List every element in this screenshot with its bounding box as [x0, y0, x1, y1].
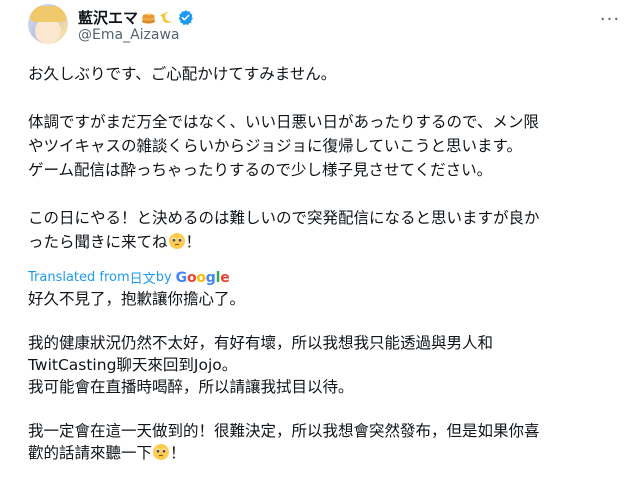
translated-line: 好久不見了，抱歉讓你擔心了。 [28, 290, 246, 308]
tweet-paragraph: お久しぶりです、ご心配かけてすみません。 [28, 62, 618, 86]
translated-paragraph: 好久不見了，抱歉讓你擔心了。 [28, 288, 618, 310]
google-logo: Google [175, 269, 230, 286]
translated-by-label[interactable]: by [156, 270, 172, 285]
translation-attribution: Translated from 日文 by Google [28, 268, 230, 288]
tweet-line: お久しぶりです、ご心配かけてすみません。 [28, 65, 337, 83]
source-language[interactable]: 日文 [130, 268, 156, 287]
tweet-text: お久しぶりです、ご心配かけてすみません。 体調ですがまだ万全ではなく、いい日悪い… [28, 62, 618, 278]
tweet-line: ゲーム配信は酔っちゃったりするので少し様子見させてください。 [28, 161, 493, 179]
verified-badge-icon[interactable] [177, 9, 194, 26]
translated-line-text: ！ [170, 444, 186, 462]
tweet-paragraph: 体調ですがまだ万全ではなく、いい日悪い日があったりするので、メン限 やツイキャス… [28, 110, 618, 182]
sparkle-moon-emoji-icon [159, 11, 173, 23]
translated-line: 我可能會在直播時喝醉，所以請讓我拭目以待。 [28, 378, 354, 396]
tweet-line: ったら聞きに来てね ！ [28, 230, 618, 254]
pleading-face-emoji-icon [153, 444, 170, 460]
display-name[interactable]: 藍沢エマ [78, 7, 138, 28]
translated-text: 好久不見了，抱歉讓你擔心了。 我的健康狀況仍然不太好，有好有壞，所以我想我只能透… [28, 288, 618, 486]
translated-line: 歡的話請來聽一下 ！ [28, 442, 618, 464]
tweet-line: やツイキャスの雑談くらいからジョジョに復帰していこうと思います。 [28, 137, 522, 155]
author-handle[interactable]: @Ema_Aizawa [78, 27, 180, 43]
translated-line: TwitCasting聊天來回到Jojo。 [28, 356, 238, 374]
translated-line: 我的健康狀況仍然不太好，有好有壞，所以我想我只能透過與男人和 [28, 334, 494, 352]
tweet-line: 体調ですがまだ万全ではなく、いい日悪い日があったりするので、メン限 [28, 113, 539, 131]
avatar[interactable] [28, 4, 68, 44]
translated-from-label[interactable]: Translated from [28, 270, 130, 285]
tweet-line-text: ったら聞きに来てね [28, 233, 168, 251]
translated-paragraph: 我的健康狀況仍然不太好，有好有壞，所以我想我只能透過與男人和 TwitCasti… [28, 332, 618, 398]
translated-paragraph: 我一定會在這一天做到的！很難決定，所以我想會突然發布，但是如果你喜 歡的話請來聽… [28, 420, 618, 464]
tweet-paragraph: この日にやる！と決めるのは難しいので突発配信になると思いますが良か ったら聞きに… [28, 206, 618, 254]
pleading-face-emoji-icon [168, 233, 185, 249]
more-options-icon[interactable]: ··· [596, 8, 624, 30]
author-name-row[interactable]: 藍沢エマ [78, 6, 194, 28]
translated-line: 我一定會在這一天做到的！很難決定，所以我想會突然發布，但是如果你喜 [28, 422, 540, 440]
tweet-line-text: ！ [185, 233, 202, 251]
tweet-header: 藍沢エマ @Ema_Aizawa ··· [0, 0, 640, 60]
translated-line-text: 歡的話請來聽一下 [28, 444, 153, 462]
pancake-emoji-icon [141, 12, 156, 24]
tweet-line: この日にやる！と決めるのは難しいので突発配信になると思いますが良か [28, 209, 540, 227]
